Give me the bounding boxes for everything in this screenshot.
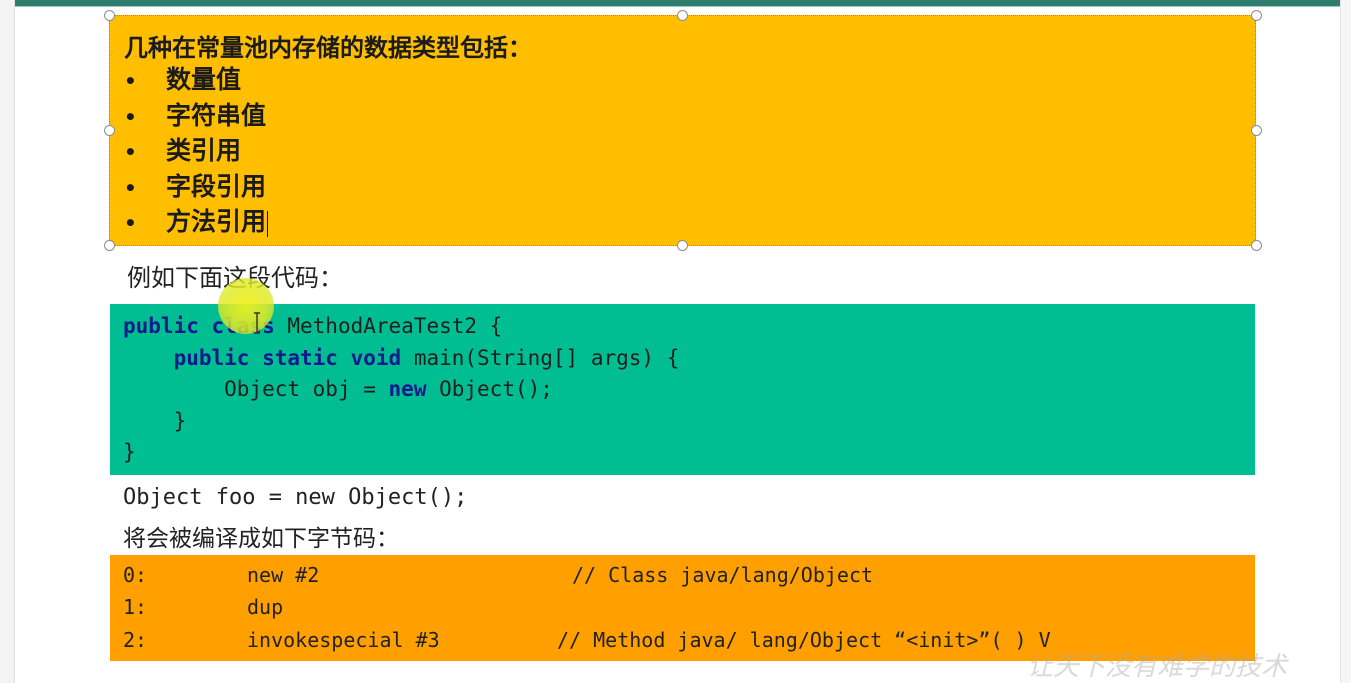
bullet-icon: • bbox=[124, 69, 137, 93]
text-caret bbox=[267, 210, 269, 237]
resize-handle-middle-right[interactable] bbox=[1251, 125, 1262, 136]
bullet-icon: • bbox=[124, 211, 137, 235]
code-text: main(String[] args) { bbox=[401, 346, 680, 370]
bullet-icon: • bbox=[124, 175, 137, 200]
java-code-block[interactable]: public class MethodAreaTest2 { public st… bbox=[110, 304, 1255, 475]
code-line-1: public class MethodAreaTest2 { bbox=[123, 311, 502, 342]
left-window-edge bbox=[0, 0, 15, 683]
code-line-4: } bbox=[123, 409, 187, 433]
bullet-icon: • bbox=[124, 104, 137, 129]
watermark: 让天下没有难学的技术 bbox=[1027, 652, 1288, 682]
bytecode-instruction: invokespecial #3 bbox=[247, 628, 440, 652]
resize-handle-top-center[interactable] bbox=[677, 10, 688, 21]
bytecode-instruction: dup bbox=[247, 595, 284, 619]
bytecode-offset: 1: bbox=[123, 595, 148, 619]
constant-pool-types-textbox[interactable]: 几种在常量池内存储的数据类型包括： • 数量值 • 字符串值 • 类引用 • 字段引用 … bbox=[109, 15, 1256, 246]
code-line-5: } bbox=[123, 440, 136, 464]
list-item: • 字段引用 bbox=[124, 169, 268, 205]
list-item: • 类引用 bbox=[124, 133, 268, 169]
bytecode-comment: // Method java/ lang/Object “<init>”( ) … bbox=[557, 628, 1051, 652]
bytecode-offset: 0: bbox=[123, 563, 148, 587]
cursor-highlight bbox=[218, 278, 274, 334]
list-item-label: 字段引用 bbox=[166, 171, 267, 201]
list-item-label: 数量值 bbox=[166, 65, 242, 94]
code-text: Object obj = bbox=[224, 377, 389, 401]
right-window-edge bbox=[1340, 0, 1351, 683]
list-item: • 数量值 bbox=[124, 62, 268, 98]
list-item-label: 字符串值 bbox=[166, 100, 267, 130]
list-item: • 字符串值 bbox=[124, 98, 268, 134]
keyword: static bbox=[262, 346, 338, 370]
keyword: public bbox=[123, 314, 199, 338]
bytecode-instruction: new #2 bbox=[247, 563, 320, 587]
code-text: Object(); bbox=[426, 377, 553, 401]
foo-code-line: Object foo = new Object(); bbox=[123, 485, 468, 510]
resize-handle-bottom-left[interactable] bbox=[104, 240, 115, 251]
slide-top-rule-highlight bbox=[0, 6, 1351, 7]
bytecode-offset: 2: bbox=[123, 628, 148, 652]
keyword: void bbox=[350, 346, 402, 370]
keyword: public bbox=[173, 346, 250, 370]
list-item-label: 类引用 bbox=[166, 136, 242, 165]
ibeam-cursor-icon bbox=[254, 312, 260, 334]
resize-handle-bottom-right[interactable] bbox=[1251, 240, 1262, 251]
compile-label: 将会被编译成如下字节码： bbox=[123, 526, 399, 552]
code-text: MethodAreaTest2 { bbox=[274, 314, 503, 338]
bytecode-comment: // Class java/lang/Object bbox=[572, 563, 874, 587]
resize-handle-middle-left[interactable] bbox=[104, 125, 115, 136]
bullet-icon: • bbox=[124, 140, 137, 164]
resize-handle-top-right[interactable] bbox=[1251, 10, 1262, 21]
types-title: 几种在常量池内存储的数据类型包括： bbox=[124, 33, 532, 62]
keyword: new bbox=[388, 377, 427, 401]
types-list: • 数量值 • 字符串值 • 类引用 • 字段引用 • 方法引用 bbox=[124, 62, 269, 240]
code-line-3: Object obj = new Object(); bbox=[123, 374, 553, 405]
resize-handle-bottom-center[interactable] bbox=[677, 240, 688, 251]
list-item-label: 方法引用 bbox=[166, 207, 267, 236]
list-item: • 方法引用 bbox=[124, 204, 269, 240]
code-line-2: public static void main(String[] args) { bbox=[123, 343, 680, 374]
resize-handle-top-left[interactable] bbox=[104, 10, 115, 21]
